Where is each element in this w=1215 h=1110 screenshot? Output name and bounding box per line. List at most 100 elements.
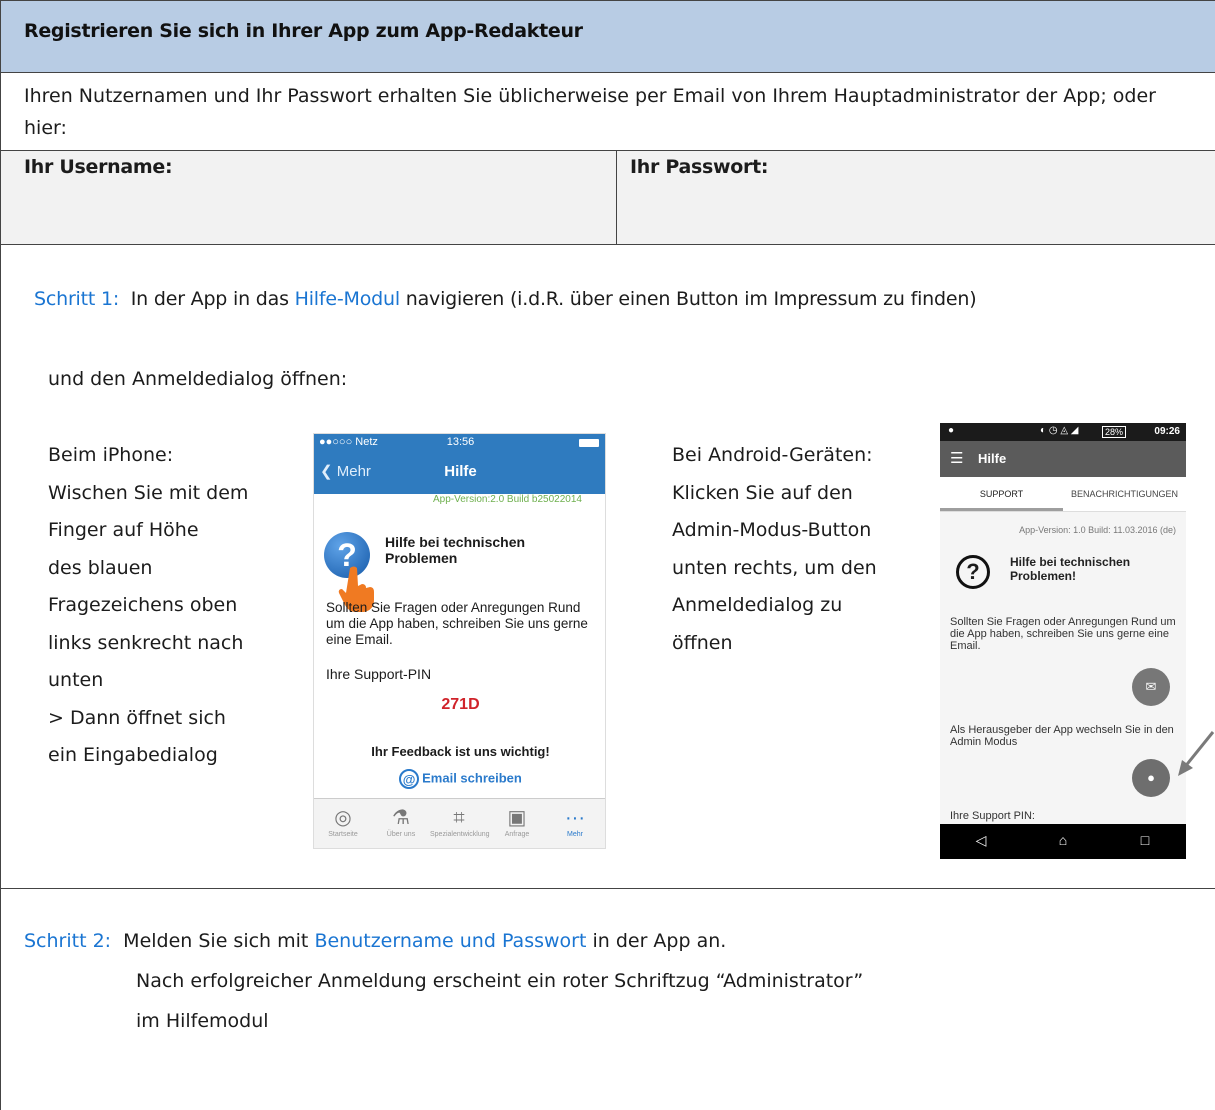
iphone-tab-label: Mehr: [567, 831, 583, 838]
iphone-tab-label: Startseite: [328, 831, 358, 838]
table-divider-4: [0, 888, 1215, 889]
iphone-screenshot: ●●○○○ Netz 13:56 ❮ Mehr Hilfe App-Versio…: [313, 433, 606, 849]
more-icon: ···: [565, 807, 585, 829]
android-status-bar: ● ◐ ◷ ◬ ◢ 28% 09:26: [940, 423, 1186, 441]
iphone-tab-label: Spezialentwicklung: [430, 831, 490, 838]
iphone-feedback-text: Ihr Feedback ist uns wichtig!: [371, 744, 550, 759]
credentials-column-divider: [616, 150, 617, 244]
android-screenshot: ● ◐ ◷ ◬ ◢ 28% 09:26 ☰ Hilfe SUPPORT BENA…: [940, 423, 1186, 859]
android-line: unten rechts, um den: [672, 556, 877, 579]
step1-text-before: In der App in das: [130, 288, 289, 310]
iphone-pin-label: Ihre Support-PIN: [326, 666, 432, 682]
mail-icon[interactable]: ✉: [1132, 668, 1170, 706]
iphone-line: Wischen Sie mit dem: [48, 481, 249, 504]
table-border-left: [0, 0, 1, 1110]
contact-icon: ▣: [507, 807, 527, 829]
android-help-title: Hilfe bei technischen Problemen!: [1010, 555, 1131, 583]
android-toolbar: ☰ Hilfe: [940, 441, 1186, 477]
table-divider-2: [0, 150, 1215, 151]
step2-line3: im Hilfemodul: [136, 1010, 269, 1032]
battery-icon: 28%: [1102, 426, 1127, 438]
iphone-help-title: Hilfe bei technischen Problemen: [385, 534, 526, 566]
iphone-device: iPhone: [102, 444, 167, 466]
admin-mode-button[interactable]: ●: [1132, 759, 1170, 797]
iphone-nav-title: Hilfe: [444, 463, 477, 480]
page-title: Registrieren Sie sich in Ihrer App zum A…: [24, 20, 583, 42]
iphone-line: des blauen: [48, 556, 153, 579]
table-border-top: [0, 0, 1215, 1]
iphone-version: App-Version:2.0 Build b25022014: [432, 494, 582, 505]
iphone-tab-startseite[interactable]: ◎ Startseite: [314, 805, 372, 838]
tab-support[interactable]: SUPPORT: [940, 489, 1063, 499]
user-icon: ●: [1147, 770, 1155, 785]
iphone-email-label: Email schreiben: [422, 770, 522, 786]
step2-text-before: Melden Sie sich mit: [123, 930, 309, 952]
iphone-pin-value: 271D: [441, 696, 480, 713]
table-divider-3: [0, 244, 1215, 245]
android-toolbar-title: Hilfe: [978, 451, 1007, 466]
iphone-prefix: Beim: [48, 444, 97, 466]
at-sign-icon: @: [399, 769, 420, 789]
android-line: Anmeldedialog zu: [672, 594, 843, 616]
table-divider-1: [0, 72, 1215, 73]
question-mark-icon: ?: [956, 555, 990, 589]
iphone-line: ein Eingabedialog: [48, 744, 218, 766]
iphone-suffix: :: [166, 444, 174, 466]
iphone-tab-spezialentwicklung[interactable]: ⌗ Spezialentwicklung: [430, 805, 490, 838]
home-icon[interactable]: ⌂: [1022, 832, 1104, 848]
location-icon: ●: [948, 425, 955, 436]
tab-indicator: [940, 508, 1063, 511]
android-nav-bar: ◁ ⌂ □: [940, 824, 1186, 859]
tab-notifications[interactable]: BENACHRICHTIGUNGEN: [1063, 489, 1186, 499]
android-admin-text: Als Herausgeber der App wechseln Sie in …: [950, 724, 1174, 748]
hamburger-menu-icon[interactable]: ☰: [950, 449, 963, 467]
android-line: Admin-Modus-Button: [672, 519, 872, 541]
recents-square-icon[interactable]: □: [1104, 832, 1186, 848]
android-device: Android: [708, 444, 782, 466]
iphone-time: 13:56: [446, 436, 475, 448]
android-help-body: Sollten Sie Fragen oder Anregungen Rund …: [950, 616, 1176, 652]
iphone-heading: Beim iPhone:: [48, 437, 298, 475]
android-prefix: Bei: [672, 444, 703, 466]
back-triangle-icon[interactable]: ◁: [940, 832, 1022, 849]
step2-instruction: Schritt 2: Melden Sie sich mit Benutzern…: [24, 930, 726, 952]
iphone-tab-mehr[interactable]: ··· Mehr: [546, 805, 604, 838]
iphone-line: Finger auf Höhe: [48, 519, 199, 541]
iphone-status-bar: ●●○○○ Netz 13:56: [314, 434, 605, 452]
iphone-help-body: Sollten Sie Fragen oder Anregungen Rund …: [326, 600, 588, 647]
status-icons: ◐ ◷ ◬ ◢: [1040, 425, 1079, 436]
iphone-tab-bar: ◎ Startseite ⚗ Über uns ⌗ Spezialentwicklun…: [314, 798, 605, 848]
password-label: Ihr Passwort:: [630, 156, 769, 178]
credentials-row: [0, 150, 1215, 244]
step2-line2: Nach erfolgreicher Anmeldung erscheint e…: [136, 970, 864, 992]
iphone-tab-label: Anfrage: [504, 831, 530, 838]
iphone-line: unten: [48, 669, 104, 691]
android-line: Klicken Sie auf den: [672, 481, 853, 504]
step1-subtext: und den Anmeldedialog öffnen:: [48, 368, 348, 390]
step1-text-after: navigieren (i.d.R. über einen Button im …: [405, 288, 977, 310]
iphone-tab-anfrage[interactable]: ▣ Anfrage: [488, 805, 546, 838]
step1-instruction: Schritt 1: In der App in das Hilfe-Modul…: [34, 288, 977, 310]
android-suffix: -Geräten:: [781, 444, 873, 466]
android-tabs: SUPPORT BENACHRICHTIGUNGEN: [940, 477, 1186, 512]
crop-icon: ⌗: [453, 807, 465, 829]
intro-text: Ihren Nutzernamen und Ihr Passwort erhal…: [24, 85, 1156, 139]
step2-label: Schritt 2:: [24, 930, 112, 952]
step1-highlight: Hilfe-Modul: [294, 288, 400, 310]
iphone-tab-label: Über uns: [386, 831, 416, 838]
android-line: öffnen: [672, 631, 733, 654]
step2-text-after: in der App an.: [592, 930, 727, 952]
arrow-pointer-icon: [1178, 731, 1215, 776]
flask-icon: ⚗: [392, 807, 410, 829]
iphone-line: links senkrecht nach: [48, 631, 244, 654]
battery-icon: [579, 439, 599, 447]
iphone-tab-ueber-uns[interactable]: ⚗ Über uns: [372, 805, 430, 838]
iphone-line: > Dann öffnet sich: [48, 706, 226, 729]
iphone-line: Fragezeichens oben: [48, 594, 238, 616]
iphone-email-button[interactable]: @ Email schreiben: [314, 769, 605, 789]
username-label: Ihr Username:: [24, 156, 173, 178]
android-version: App-Version: 1.0 Build: 11.03.2016 (de): [1019, 525, 1176, 535]
iphone-nav-bar: ❮ Mehr Hilfe: [314, 452, 605, 494]
iphone-instructions: Beim iPhone: Wischen Sie mit dem Finger …: [48, 437, 298, 775]
android-heading: Bei Android-Geräten:: [672, 437, 932, 475]
